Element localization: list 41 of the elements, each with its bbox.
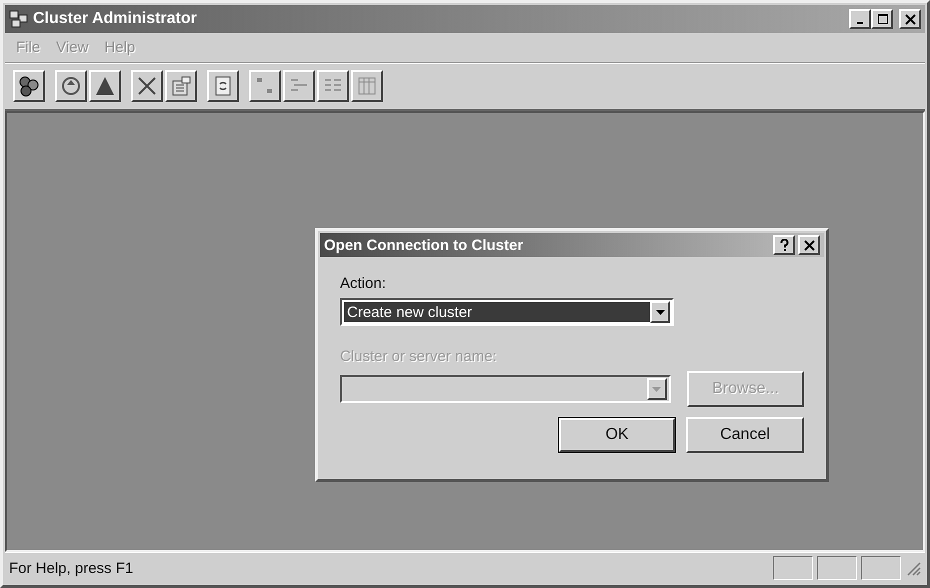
window-title: Cluster Administrator [33,10,198,28]
ok-button[interactable]: OK [558,417,676,453]
close-button[interactable] [798,235,820,255]
dropdown-arrow-button[interactable] [646,378,667,400]
document-refresh-button[interactable] [207,70,239,102]
status-text: For Help, press F1 [9,560,134,576]
details-icon [356,75,378,97]
question-mark-icon [778,238,790,252]
dropdown-value: Create new cluster [344,302,650,322]
close-icon [802,238,816,252]
maximize-icon [876,12,888,26]
details-button[interactable] [351,70,383,102]
dialog-title: Open Connection to Cluster [324,236,524,254]
minimize-icon [856,20,864,24]
close-icon [904,12,916,26]
status-pane [817,556,857,580]
action-dropdown[interactable]: Create new cluster [340,298,674,326]
servers-icon [9,9,29,29]
caret-icon [656,310,664,314]
delete-icon [136,75,158,97]
caret-icon [652,386,662,392]
close-button[interactable] [899,9,921,29]
triangle-button[interactable] [89,70,121,102]
list-button[interactable] [317,70,349,102]
triangle-icon [94,75,116,97]
minimize-button[interactable] [849,9,871,29]
servers-button[interactable] [13,70,45,102]
action-label: Action: [340,275,387,292]
help-button[interactable] [773,235,795,255]
server-name-field[interactable] [340,375,671,403]
resize-grip-icon [905,560,921,576]
maximize-button[interactable] [871,9,893,29]
properties-icon [170,75,192,97]
properties-button[interactable] [165,70,197,102]
servers-icon [18,75,40,97]
dropdown-arrow-button[interactable] [650,301,670,323]
status-pane [861,556,901,580]
cancel-button[interactable]: Cancel [686,417,804,453]
circle-arrow-button[interactable] [55,70,87,102]
status-pane [773,556,813,580]
delete-button[interactable] [131,70,163,102]
